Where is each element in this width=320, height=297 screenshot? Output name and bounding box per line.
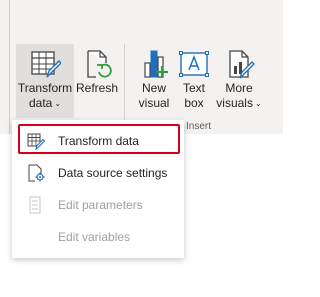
transform-data-button[interactable]: Transform data ⌄ <box>16 44 74 118</box>
data-source-settings-icon <box>28 164 45 182</box>
refresh-icon <box>87 50 112 78</box>
menu-item-edit-parameters-label: Edit parameters <box>58 198 143 212</box>
menu-item-data-source-settings-label: Data source settings <box>58 166 168 180</box>
more-visuals-label-line2-wrap: visuals ⌄ <box>216 96 261 112</box>
new-visual-label-line2: visual <box>138 96 170 110</box>
text-box-icon <box>179 51 209 77</box>
more-visuals-label-line1: More <box>225 81 253 95</box>
text-box-button[interactable]: Text box <box>176 48 212 111</box>
refresh-button[interactable]: Refresh <box>76 48 118 96</box>
chevron-down-icon: ⌄ <box>54 99 62 108</box>
text-box-label-line2: box <box>184 96 204 110</box>
ribbon-left-divider <box>0 0 10 134</box>
new-visual-icon <box>144 50 168 78</box>
more-visuals-label-line2: visuals <box>216 96 253 110</box>
menu-item-edit-variables-label: Edit variables <box>58 230 131 244</box>
more-visuals-button[interactable]: More visuals ⌄ <box>214 48 264 112</box>
new-visual-button[interactable]: New visual <box>134 48 174 111</box>
menu-item-icon-placeholder <box>27 228 45 246</box>
chevron-down-icon: ⌄ <box>254 99 262 108</box>
transform-data-label-line1: Transform <box>17 81 73 95</box>
menu-item-data-source-settings[interactable]: Data source settings <box>16 158 180 188</box>
menu-item-edit-variables[interactable]: Edit variables <box>16 222 180 252</box>
more-visuals-icon <box>229 50 255 79</box>
new-visual-label-line1: New <box>141 81 166 95</box>
edit-parameters-icon <box>29 196 41 214</box>
insert-group-label: Insert <box>186 121 212 132</box>
refresh-label: Refresh <box>75 81 119 95</box>
highlight-box <box>18 124 180 154</box>
transform-data-label-line2: data <box>28 96 53 110</box>
menu-item-edit-parameters[interactable]: Edit parameters <box>16 190 180 220</box>
ribbon-group-separator <box>124 44 125 126</box>
transform-data-icon <box>31 51 61 78</box>
text-box-label-line1: Text <box>182 81 205 95</box>
ribbon: Transform data ⌄ Refresh New visual Text… <box>0 0 283 134</box>
transform-data-label-line2-wrap: data ⌄ <box>29 96 61 112</box>
